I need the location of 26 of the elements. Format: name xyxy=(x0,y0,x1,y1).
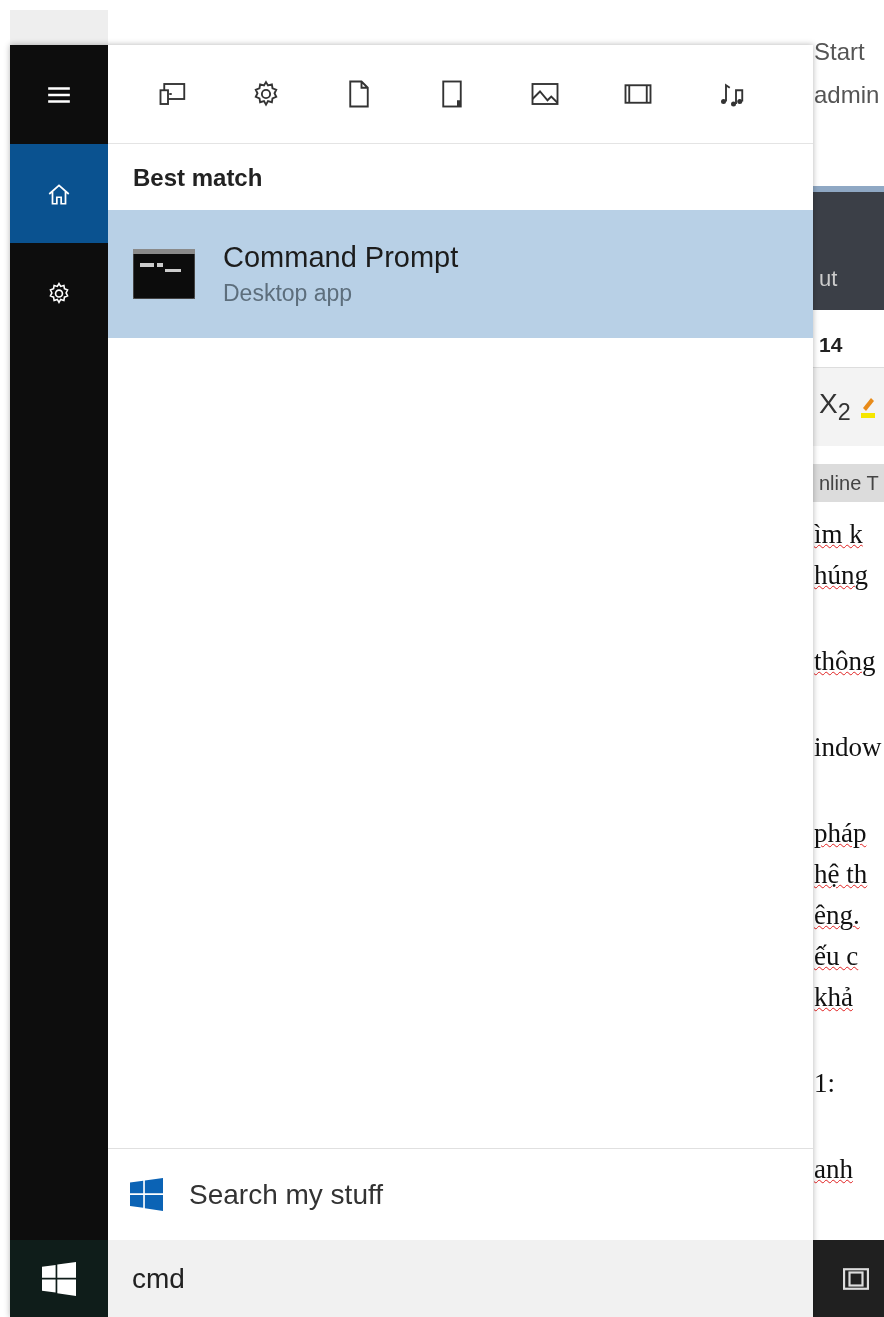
document-text: khả xyxy=(814,981,853,1014)
group-label: nline T xyxy=(813,464,884,502)
document-text: ếu c xyxy=(814,940,859,973)
ribbon-tab[interactable]: ut xyxy=(819,266,838,292)
windows-icon xyxy=(42,1261,76,1296)
terminal-icon xyxy=(133,249,195,299)
document-text: 1: xyxy=(814,1067,835,1100)
section-heading: Best match xyxy=(132,163,264,193)
search-result[interactable]: Command Prompt Desktop app xyxy=(108,210,813,338)
document-text: anh xyxy=(814,1153,853,1186)
subscript-button[interactable]: X$_{2}$ xyxy=(819,388,851,426)
document-text: indow xyxy=(814,731,882,764)
document-text: êng. xyxy=(814,899,860,932)
window-text: Start xyxy=(814,38,866,65)
document-text: pháp xyxy=(814,817,867,850)
search-field[interactable]: cmd xyxy=(108,1240,813,1317)
window-icon[interactable] xyxy=(843,1267,869,1290)
document-text: húng xyxy=(814,559,868,592)
document-text: ìm k xyxy=(814,518,863,551)
result-subtitle: Desktop app xyxy=(223,280,354,307)
start-button[interactable] xyxy=(10,1240,108,1317)
document-text: thông xyxy=(814,645,876,678)
windows-icon xyxy=(130,1178,163,1211)
window-text: admin xyxy=(814,81,881,108)
document-text: hệ th xyxy=(814,858,868,891)
result-title: Command Prompt xyxy=(223,241,459,274)
